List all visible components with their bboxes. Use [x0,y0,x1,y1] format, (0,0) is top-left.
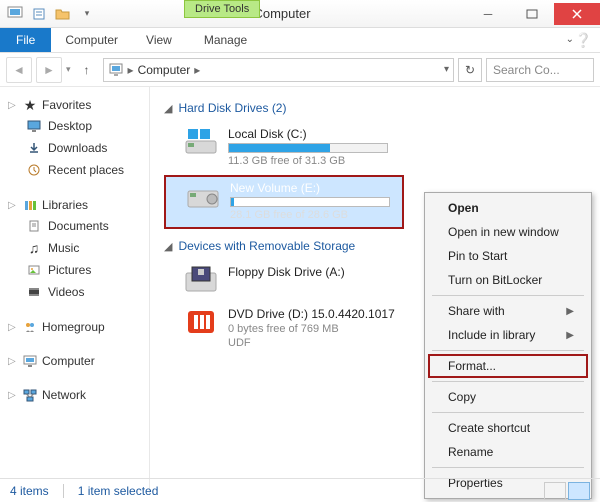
tab-file[interactable]: File [0,28,51,52]
tab-view[interactable]: View [132,28,186,52]
drive-name: New Volume (E:) [230,181,390,195]
drive-free-text: 28.1 GB free of 28.6 GB [230,209,390,221]
view-details-button[interactable] [544,482,566,500]
section-hdd-header[interactable]: ◢Hard Disk Drives (2) [164,101,586,115]
titlebar: ▾ Drive Tools Computer ─ [0,0,600,28]
sidebar-network[interactable]: ▷Network [0,385,149,405]
pictures-icon [26,262,42,278]
back-button[interactable]: ◄ [6,57,32,83]
ctx-bitlocker[interactable]: Turn on BitLocker [428,268,588,292]
sidebar-item-desktop[interactable]: Desktop [0,115,149,137]
computer-icon [108,62,124,78]
ctx-separator [432,467,584,468]
address-segment[interactable]: Computer [138,63,191,77]
dvd-icon [184,307,218,337]
drive-free-text: 11.3 GB free of 31.3 GB [228,155,388,167]
ribbon-expand-icon[interactable]: ⌄ [566,34,574,45]
sidebar-favorites-header[interactable]: ▷★Favorites [0,95,149,115]
drive-icon [184,127,218,157]
chevron-right-icon: ▶ [566,306,574,317]
address-sep-icon: ▸ [128,63,134,77]
help-icon[interactable]: ❔ [575,32,592,49]
ctx-create-shortcut[interactable]: Create shortcut [428,416,588,440]
ctx-include-in-library[interactable]: Include in library▶ [428,323,588,347]
view-tiles-button[interactable] [568,482,590,500]
drive-name: DVD Drive (D:) 15.0.4420.1017 [228,307,395,321]
qat-dropdown-icon[interactable]: ▾ [76,3,98,25]
minimize-button[interactable]: ─ [466,3,510,25]
address-bar[interactable]: ▸ Computer ▸ ▾ [103,58,454,82]
sidebar-item-downloads[interactable]: Downloads [0,137,149,159]
qat-properties-icon[interactable] [28,3,50,25]
search-input[interactable]: Search Co... [486,58,594,82]
capacity-bar [228,143,388,153]
drive-tools-tab: Drive Tools [184,0,260,18]
desktop-icon [26,118,42,134]
sidebar-homegroup[interactable]: ▷Homegroup [0,317,149,337]
history-dropdown-icon[interactable]: ▾ [66,64,71,75]
navigation-pane: ▷★Favorites Desktop Downloads Recent pla… [0,87,150,495]
navigation-bar: ◄ ► ▾ ↑ ▸ Computer ▸ ▾ ↻ Search Co... [0,53,600,87]
forward-button[interactable]: ► [36,57,62,83]
status-bar: 4 items 1 item selected [0,478,600,502]
context-menu: Open Open in new window Pin to Start Tur… [424,192,592,499]
sidebar-item-documents[interactable]: Documents [0,215,149,237]
sidebar-item-recent[interactable]: Recent places [0,159,149,181]
app-icon[interactable] [4,3,26,25]
sidebar-libraries-header[interactable]: ▷Libraries [0,195,149,215]
ctx-format[interactable]: Format... [428,354,588,378]
drive-name: Local Disk (C:) [228,127,388,141]
floppy-icon [184,265,218,295]
homegroup-icon [22,319,38,335]
libraries-icon [22,197,38,213]
recent-icon [26,162,42,178]
ribbon-tabs: File Computer View Manage ⌄ ❔ [0,28,600,53]
ctx-separator [432,381,584,382]
documents-icon [26,218,42,234]
close-button[interactable] [554,3,600,25]
sidebar-computer[interactable]: ▷Computer [0,351,149,371]
music-icon: ♫ [26,240,42,256]
maximize-button[interactable] [510,3,554,25]
ctx-open-new-window[interactable]: Open in new window [428,220,588,244]
chevron-right-icon: ▶ [566,330,574,341]
window-title: Computer [98,6,466,21]
status-item-count: 4 items [10,484,49,498]
ctx-open[interactable]: Open [428,196,588,220]
sidebar-item-videos[interactable]: Videos [0,281,149,303]
computer-icon [22,353,38,369]
downloads-icon [26,140,42,156]
drive-free-text: 0 bytes free of 769 MB [228,323,395,335]
network-icon [22,387,38,403]
status-selected-count: 1 item selected [78,484,159,498]
sidebar-item-music[interactable]: ♫Music [0,237,149,259]
refresh-button[interactable]: ↻ [458,58,482,82]
qat-newfolder-icon[interactable] [52,3,74,25]
address-sep-icon: ▸ [194,63,200,77]
ctx-separator [432,295,584,296]
capacity-bar [230,197,390,207]
videos-icon [26,284,42,300]
ctx-pin-to-start[interactable]: Pin to Start [428,244,588,268]
sidebar-item-pictures[interactable]: Pictures [0,259,149,281]
ctx-copy[interactable]: Copy [428,385,588,409]
drive-name: Floppy Disk Drive (A:) [228,265,345,279]
ctx-separator [432,412,584,413]
drive-fs-text: UDF [228,337,395,349]
ctx-share-with[interactable]: Share with▶ [428,299,588,323]
tab-manage[interactable]: Manage [190,28,261,52]
ctx-separator [432,350,584,351]
star-icon: ★ [22,97,38,113]
tab-computer[interactable]: Computer [51,28,132,52]
drive-new-volume-e[interactable]: New Volume (E:) 28.1 GB free of 28.6 GB [164,175,404,229]
address-dropdown-icon[interactable]: ▾ [444,64,449,75]
up-button[interactable]: ↑ [75,58,99,82]
status-divider [63,484,64,498]
ctx-rename[interactable]: Rename [428,440,588,464]
drive-local-c[interactable]: Local Disk (C:) 11.3 GB free of 31.3 GB [164,123,586,175]
drive-icon [186,181,220,211]
